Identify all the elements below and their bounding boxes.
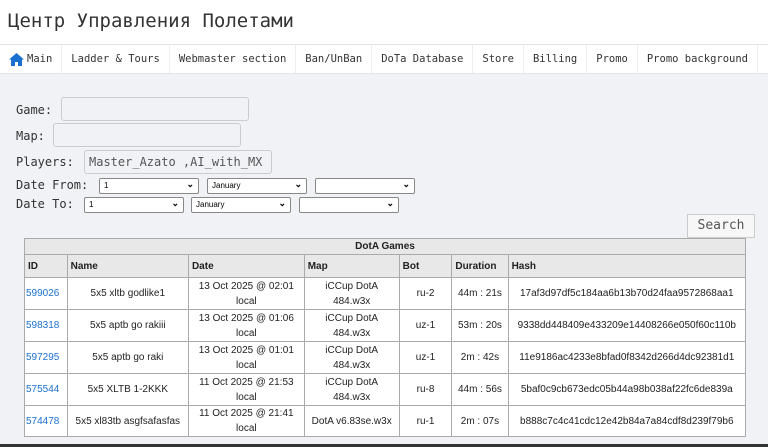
cell-date: 13 Oct 2025 @ 01:06 local — [187, 309, 305, 342]
chevron-down-icon: ⌄ — [386, 198, 394, 208]
nav-label: Promo background — [646, 53, 749, 65]
cell-name: 5x5 xltb godlike1 — [66, 277, 189, 310]
date-from-label: Date From: — [16, 178, 89, 192]
table-row: 575544 5x5 XLTB 1-2KKK 11 Oct 2025 @ 21:53… — [24, 373, 747, 406]
nav-label: Promo — [596, 53, 628, 65]
nav-item-main[interactable]: Main — [0, 45, 63, 73]
chevron-down-icon: ⌄ — [171, 198, 179, 208]
selected-value: 1 — [104, 181, 109, 190]
nav-label: Ban/UnBan — [305, 53, 363, 65]
game-id-link[interactable]: 597295 — [24, 341, 68, 374]
nav-label: Store — [482, 53, 514, 65]
chevron-down-icon: ⌄ — [278, 198, 286, 208]
cell-bot: ru-1 — [398, 405, 453, 437]
chevron-down-icon: ⌄ — [294, 179, 302, 189]
players-input[interactable]: Master_Azato ,AI_with_MX — [84, 150, 272, 174]
column-header-duration[interactable]: Duration — [451, 254, 509, 278]
nav-label: Ladder & Tours — [71, 53, 160, 65]
cell-name: 5x5 aptb go rakiii — [66, 309, 189, 342]
nav-item-ban-unban[interactable]: Ban/UnBan — [296, 45, 373, 73]
date-to-year-select[interactable]: ⌄ — [299, 197, 399, 213]
cell-duration: 2m : 07s — [451, 405, 509, 437]
cell-date: 13 Oct 2025 @ 02:01 local — [187, 277, 305, 310]
nav-item-promo-background[interactable]: Promo background — [638, 45, 759, 73]
cell-bot: ru-2 — [398, 277, 453, 310]
cell-map: iCCup DotA 484.w3x — [303, 341, 400, 374]
header: Центр Управления Полетами — [0, 0, 768, 44]
column-header-hash[interactable]: Hash — [507, 254, 747, 278]
game-id-link[interactable]: 574478 — [24, 405, 68, 437]
cell-hash: 9338dd448409e433209e14408266e050f60c110b — [507, 309, 747, 342]
table-caption: DotA Games — [24, 238, 746, 255]
date-to-label: Date To: — [16, 197, 74, 211]
date-from-day-select[interactable]: 1 ⌄ — [99, 178, 199, 194]
selected-value: 1 — [89, 200, 94, 209]
selected-value: January — [212, 181, 241, 190]
chevron-down-icon: ⌄ — [186, 179, 194, 189]
date-from-year-select[interactable]: ⌄ — [315, 178, 415, 194]
cell-duration: 53m : 20s — [451, 309, 509, 342]
nav-item-billing[interactable]: Billing — [524, 45, 588, 73]
nav-label: Main — [27, 53, 53, 65]
game-id-link[interactable]: 598318 — [24, 309, 68, 342]
cell-duration: 44m : 21s — [451, 277, 509, 310]
nav-item-ladder-tours[interactable]: Ladder & Tours — [62, 45, 170, 73]
cell-map: iCCup DotA 484.w3x — [303, 309, 400, 342]
cell-date: 11 Oct 2025 @ 21:41 local — [187, 405, 305, 437]
nav-item-store[interactable]: Store — [473, 45, 524, 73]
games-table: DotA Games ID Name Date Map Bot Duration Hash … — [24, 238, 747, 437]
cell-hash: 17af3d97df5c184aa6b13b70d24faa9572868aa1 — [507, 277, 747, 310]
cell-hash: 11e9186ac4233e8bfad0f8342d266d4dc92381d1 — [507, 341, 747, 374]
cell-hash: 5baf0c9cb673edc05b44a98b038af22fc6de839a — [507, 373, 747, 406]
cell-map: DotA v6.83se.w3x — [303, 405, 400, 437]
nav-item-webmaster-section[interactable]: Webmaster section — [170, 45, 297, 73]
cell-date: 11 Oct 2025 @ 21:53 local — [187, 373, 305, 406]
cell-map: iCCup DotA 484.w3x — [303, 277, 400, 310]
players-label: Players: — [16, 155, 74, 169]
cell-map: iCCup DotA 484.w3x — [303, 373, 400, 406]
column-header-bot[interactable]: Bot — [398, 254, 453, 278]
table-row: 598318 5x5 aptb go rakiii 13 Oct 2025 @ 01… — [24, 309, 747, 342]
home-icon — [9, 52, 24, 66]
column-header-id[interactable]: ID — [24, 254, 68, 278]
chevron-down-icon: ⌄ — [402, 179, 410, 189]
cell-bot: uz-1 — [398, 341, 453, 374]
nav-label: DoTa Database — [381, 53, 464, 65]
cell-duration: 2m : 42s — [451, 341, 509, 374]
nav-label: Webmaster section — [178, 53, 287, 65]
date-to-month-select[interactable]: January ⌄ — [191, 197, 291, 213]
page-title: Центр Управления Полетами — [8, 10, 294, 32]
search-button[interactable]: Search — [687, 214, 755, 238]
map-input[interactable] — [53, 123, 241, 147]
cell-date: 13 Oct 2025 @ 01:01 local — [187, 341, 305, 374]
map-label: Map: — [16, 129, 45, 143]
cell-name: 5x5 xl83tb asgfsafasfas — [66, 405, 189, 437]
cell-bot: ru-8 — [398, 373, 453, 406]
selected-value: January — [196, 200, 225, 209]
column-header-map[interactable]: Map — [303, 254, 400, 278]
table-row: 597295 5x5 aptb go raki 13 Oct 2025 @ 01:0… — [24, 341, 747, 374]
column-header-name[interactable]: Name — [66, 254, 189, 278]
table-row: 599026 5x5 xltb godlike1 13 Oct 2025 @ 02:… — [24, 277, 747, 310]
game-id-link[interactable]: 575544 — [24, 373, 68, 406]
date-from-month-select[interactable]: January ⌄ — [207, 178, 307, 194]
cell-name: 5x5 aptb go raki — [66, 341, 189, 374]
game-label: Game: — [16, 103, 53, 117]
date-to-day-select[interactable]: 1 ⌄ — [84, 197, 184, 213]
nav-item-promo[interactable]: Promo — [587, 45, 638, 73]
cell-name: 5x5 XLTB 1-2KKK — [66, 373, 189, 406]
main-nav: Main Ladder & Tours Webmaster section Ban/U… — [0, 44, 768, 74]
nav-label: Billing — [532, 53, 578, 65]
table-row: 574478 5x5 xl83tb asgfsafasfas 11 Oct 2025… — [24, 405, 747, 437]
column-header-date[interactable]: Date — [187, 254, 305, 278]
cell-bot: uz-1 — [398, 309, 453, 342]
cell-hash: b888c7c4c41cdc12e42b84a7a84cdf8d239f79b6 — [507, 405, 747, 437]
cell-duration: 44m : 56s — [451, 373, 509, 406]
game-id-link[interactable]: 599026 — [24, 277, 68, 310]
game-input[interactable] — [61, 97, 249, 121]
nav-item-dota-database[interactable]: DoTa Database — [372, 45, 474, 73]
